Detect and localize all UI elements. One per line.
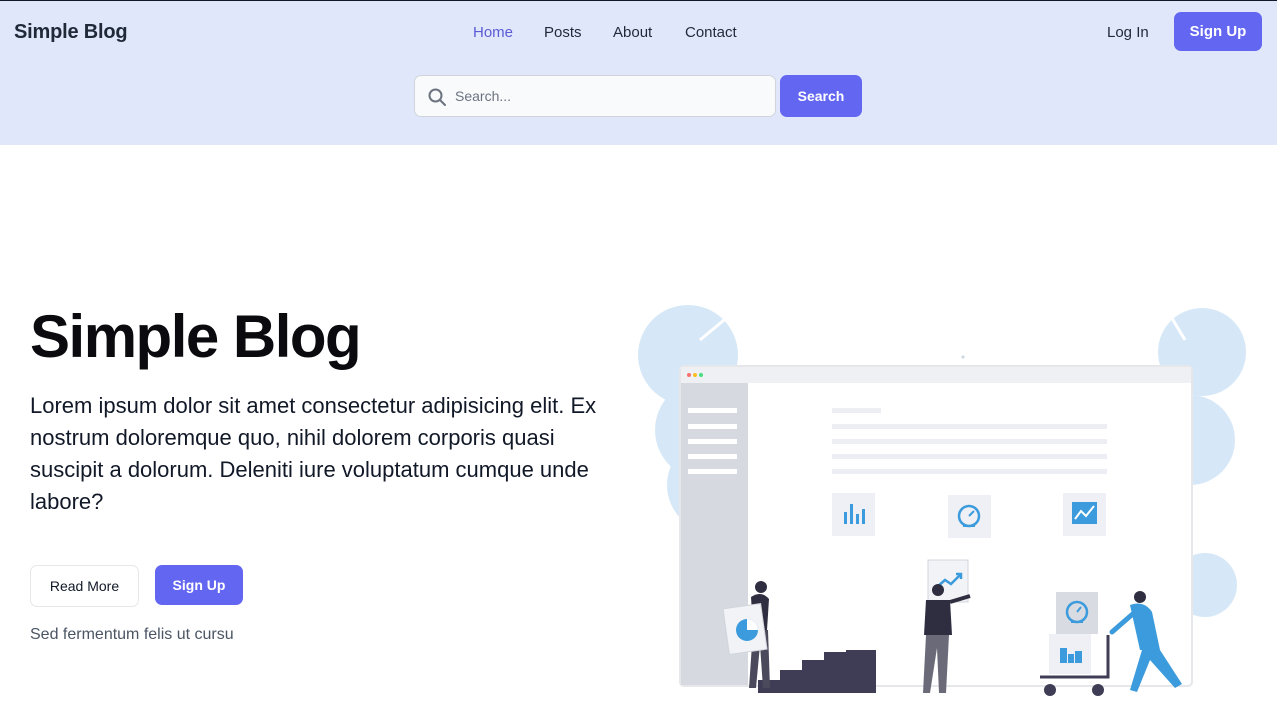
nav-about[interactable]: About (613, 24, 652, 41)
search-box (414, 75, 776, 117)
pie-chart-icon (736, 619, 758, 641)
site-header: Simple Blog Home Posts About Contact Log… (0, 1, 1277, 145)
read-more-button[interactable]: Read More (30, 565, 139, 607)
brand-logo[interactable]: Simple Blog (14, 21, 128, 44)
nav-home[interactable]: Home (473, 24, 513, 41)
hero-note: Sed fermentum felis ut cursu (30, 626, 234, 643)
speedometer-icon (1056, 592, 1098, 634)
bar-chart-icon (1049, 634, 1091, 674)
nav-posts[interactable]: Posts (544, 24, 582, 41)
hero-illustration (638, 305, 1246, 696)
bar-chart-icon (832, 493, 875, 536)
trend-chart-icon (1063, 493, 1106, 536)
signup-button-hero[interactable]: Sign Up (155, 565, 243, 605)
nav-contact[interactable]: Contact (685, 24, 737, 41)
hero-title: Simple Blog (30, 303, 362, 370)
hero-description: Lorem ipsum dolor sit amet consectetur a… (30, 393, 597, 514)
search-icon (428, 88, 446, 106)
search-button[interactable]: Search (780, 75, 862, 117)
login-link[interactable]: Log In (1107, 24, 1149, 41)
speedometer-icon (948, 495, 991, 538)
signup-button-header[interactable]: Sign Up (1174, 12, 1262, 51)
search-input[interactable] (455, 76, 765, 116)
